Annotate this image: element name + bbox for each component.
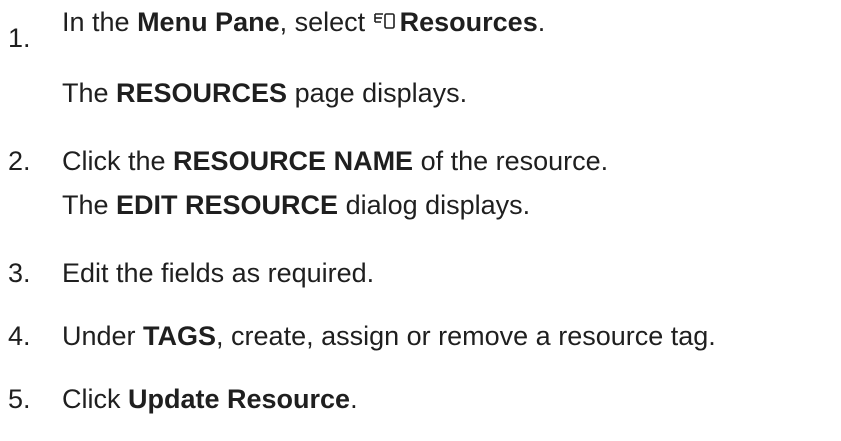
step-text: Click the: [62, 146, 174, 176]
ui-term-menu-pane: Menu Pane: [137, 7, 280, 37]
step-text: .: [350, 384, 358, 414]
result-text: dialog displays.: [338, 190, 531, 220]
ui-term-resources: Resources: [399, 7, 538, 37]
step-2-instruction: Click the RESOURCE NAME of the resource.: [62, 145, 608, 177]
step-number: 3.: [8, 258, 31, 288]
step-number: 4.: [8, 321, 31, 351]
step-1-instruction: In the Menu Pane, select Resources.: [62, 6, 545, 38]
ui-term-update-resource: Update Resource: [128, 384, 351, 414]
step-number: 2.: [8, 146, 31, 176]
step-1-result: The RESOURCES page displays.: [62, 77, 467, 109]
result-text: The: [62, 190, 117, 220]
step-4-instruction: Under TAGS, create, assign or remove a r…: [62, 320, 716, 352]
ui-term-resource-name: RESOURCE NAME: [173, 146, 414, 176]
step-text: Under: [62, 321, 144, 351]
step-number: 1.: [8, 23, 31, 53]
step-text: Edit the fields as required.: [62, 258, 375, 288]
result-text: The: [62, 78, 117, 108]
result-text: page displays.: [287, 78, 468, 108]
step-text: of the resource.: [413, 146, 609, 176]
step-5-instruction: Click Update Resource.: [62, 383, 358, 415]
step-text: .: [537, 7, 546, 37]
step-2-result: The EDIT RESOURCE dialog displays.: [62, 189, 530, 221]
step-number: 5.: [8, 384, 31, 414]
resources-icon: [373, 7, 399, 29]
ui-term-resources-page: RESOURCES: [116, 78, 288, 108]
step-text: Click: [62, 384, 128, 414]
step-text: , create, assign or remove a resource ta…: [216, 321, 716, 351]
step-text: In the: [62, 7, 138, 37]
ui-term-edit-resource: EDIT RESOURCE: [116, 190, 339, 220]
step-3-instruction: Edit the fields as required.: [62, 257, 374, 289]
step-text: , select: [279, 7, 373, 37]
ui-term-tags: TAGS: [143, 321, 217, 351]
